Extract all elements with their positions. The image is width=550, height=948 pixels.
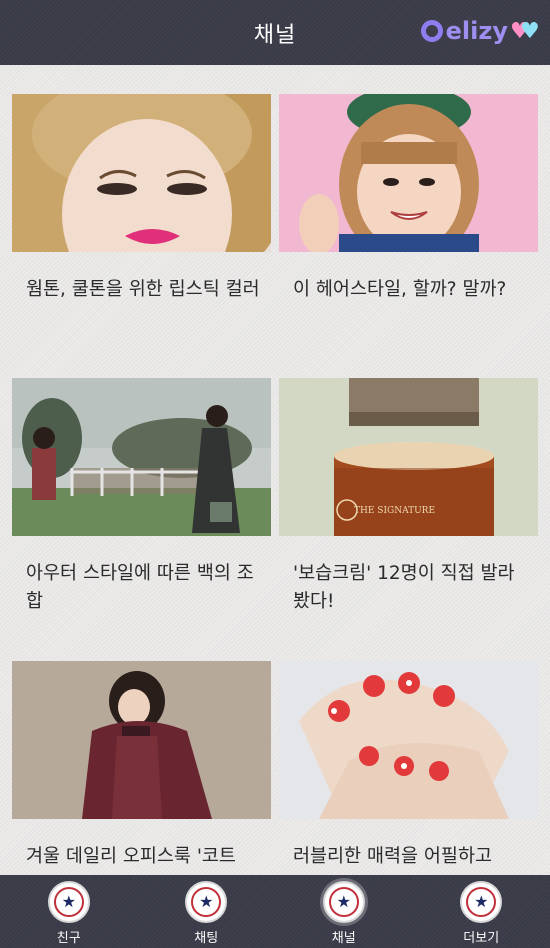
article-thumbnail[interactable] bbox=[12, 378, 271, 536]
jar-label-text: THE SIGNATURE bbox=[354, 506, 435, 516]
article-title[interactable]: 아우터 스타일에 따른 백의 조합 bbox=[26, 560, 262, 616]
article-title[interactable]: '보습크림' 12명이 직접 발라봤다! bbox=[293, 560, 529, 616]
article-card[interactable]: 겨울 데일리 오피스룩 '코트 bbox=[12, 661, 271, 875]
tab-label: 더보기 bbox=[463, 931, 500, 946]
channel-feed: 웜톤, 쿨톤을 위한 립스틱 컬러 이 헤어스타일, 할까? 말까? 아우터 스… bbox=[0, 65, 550, 875]
logo-text: elizy bbox=[445, 17, 508, 45]
article-thumbnail[interactable] bbox=[279, 94, 538, 252]
article-title[interactable]: 웜톤, 쿨톤을 위한 립스틱 컬러 bbox=[26, 276, 262, 304]
tab-channel[interactable]: ★ 채널 bbox=[275, 875, 413, 948]
all-star-badge-icon[interactable]: ★ bbox=[185, 881, 228, 923]
article-card[interactable]: THE SIGNATURE '보습크림' 12명이 직접 발라봤다! bbox=[279, 378, 538, 648]
article-card[interactable]: 웜톤, 쿨톤을 위한 립스틱 컬러 bbox=[12, 94, 271, 364]
article-thumbnail[interactable] bbox=[12, 94, 271, 252]
article-card[interactable]: 러블리한 매력을 어필하고 bbox=[279, 661, 538, 875]
tab-label: 친구 bbox=[56, 931, 81, 946]
tab-more[interactable]: ★ 더보기 bbox=[413, 875, 550, 948]
all-star-badge-icon[interactable]: ★ bbox=[460, 881, 503, 923]
article-thumbnail[interactable]: THE SIGNATURE bbox=[279, 378, 538, 536]
all-star-badge-icon[interactable]: ★ bbox=[47, 881, 90, 923]
article-title[interactable]: 겨울 데일리 오피스룩 '코트 bbox=[26, 843, 262, 871]
article-card[interactable]: 아우터 스타일에 따른 백의 조합 bbox=[12, 378, 271, 648]
article-thumbnail[interactable] bbox=[279, 661, 538, 819]
tab-label: 채팅 bbox=[194, 931, 219, 946]
article-card[interactable]: 이 헤어스타일, 할까? 말까? bbox=[279, 94, 538, 364]
article-title[interactable]: 이 헤어스타일, 할까? 말까? bbox=[293, 276, 529, 304]
top-bar: 채널 elizy ♥ ♥ bbox=[0, 0, 550, 65]
tab-label: 채널 bbox=[331, 931, 356, 946]
page-title: 채널 bbox=[253, 22, 297, 48]
tab-friends[interactable]: ★ 친구 bbox=[0, 875, 138, 948]
article-thumbnail[interactable] bbox=[12, 661, 271, 819]
bottom-tab-bar: ★ 친구 ★ 채팅 ★ 채널 ★ 더보기 bbox=[0, 875, 550, 948]
article-title[interactable]: 러블리한 매력을 어필하고 bbox=[293, 843, 529, 871]
all-star-badge-icon[interactable]: ★ bbox=[322, 881, 365, 923]
logo-ring-icon bbox=[420, 20, 443, 42]
elizy-logo[interactable]: elizy ♥ ♥ bbox=[420, 14, 540, 48]
tab-chat[interactable]: ★ 채팅 bbox=[138, 875, 276, 948]
logo-hearts-icon: ♥ ♥ bbox=[510, 19, 540, 44]
